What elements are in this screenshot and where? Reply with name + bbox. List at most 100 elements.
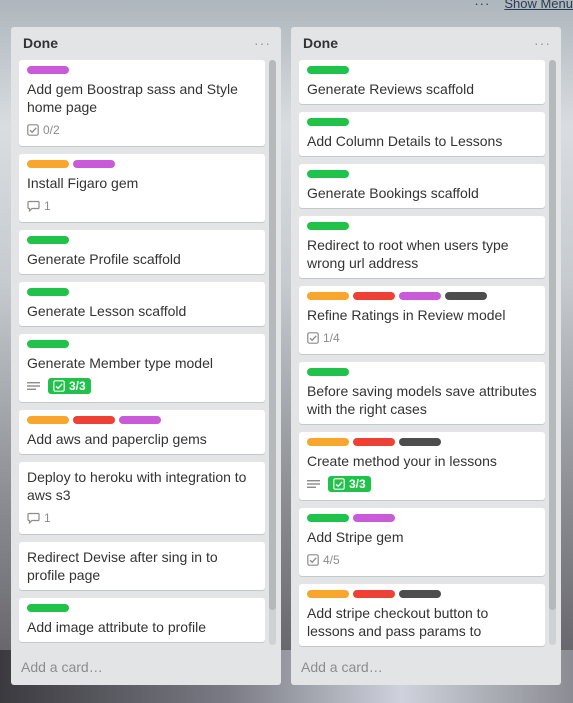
- label-purple[interactable]: [119, 416, 161, 424]
- label-green[interactable]: [27, 604, 69, 612]
- label-purple[interactable]: [353, 514, 395, 522]
- label-green[interactable]: [307, 222, 349, 230]
- label-red[interactable]: [353, 590, 395, 598]
- card[interactable]: Before saving models save attributes wit…: [299, 362, 545, 424]
- card-title: Add gem Boostrap sass and Style home pag…: [27, 81, 238, 115]
- list-header: Done ···: [291, 27, 561, 59]
- card-title: Redirect Devise after sing in to profile…: [27, 549, 218, 583]
- card-title: Add stripe checkout button to lessons an…: [307, 605, 489, 639]
- card[interactable]: Generate Lesson scaffold: [19, 282, 265, 326]
- label-purple[interactable]: [27, 66, 69, 74]
- label-purple[interactable]: [73, 160, 115, 168]
- label-green[interactable]: [27, 288, 69, 296]
- scrollbar-thumb[interactable]: [269, 60, 276, 610]
- list-header: Done ···: [11, 27, 281, 59]
- card-title: Before saving models save attributes wit…: [307, 383, 537, 417]
- card[interactable]: Deploy to heroku with integration to aws…: [19, 462, 265, 534]
- more-icon[interactable]: ···: [474, 0, 490, 11]
- checklist-count: 1/4: [323, 331, 340, 345]
- list-title[interactable]: Done: [23, 35, 58, 51]
- card-badges: 0/2: [27, 120, 257, 140]
- label-green[interactable]: [307, 368, 349, 376]
- label-black[interactable]: [399, 438, 441, 446]
- label-green[interactable]: [27, 340, 69, 348]
- checklist-complete-badge: 3/3: [328, 476, 371, 492]
- list-done-2: Done ··· Generate Reviews scaffold Add Co…: [291, 27, 561, 685]
- checklist-complete-badge: 3/3: [48, 378, 91, 394]
- list-title[interactable]: Done: [303, 35, 338, 51]
- comments-count: 1: [44, 511, 51, 525]
- label-purple[interactable]: [399, 292, 441, 300]
- card[interactable]: Install Figaro gem 1: [19, 154, 265, 222]
- board-header-right: ··· Show Menu: [474, 0, 573, 11]
- label-orange[interactable]: [307, 438, 349, 446]
- card[interactable]: Generate Reviews scaffold: [299, 60, 545, 104]
- label-orange[interactable]: [27, 416, 69, 424]
- card[interactable]: Redirect to root when users type wrong u…: [299, 216, 545, 278]
- card[interactable]: Add Column Details to Lessons: [299, 112, 545, 156]
- list-menu-icon[interactable]: ···: [534, 35, 551, 51]
- label-green[interactable]: [307, 118, 349, 126]
- label-green[interactable]: [307, 170, 349, 178]
- comments-badge: 1: [27, 199, 51, 213]
- label-green[interactable]: [307, 66, 349, 74]
- card[interactable]: Refine Ratings in Review model 1/4: [299, 286, 545, 354]
- comment-icon: [27, 512, 40, 524]
- checklist-icon: [307, 554, 319, 566]
- card-title: Install Figaro gem: [27, 175, 139, 191]
- label-red[interactable]: [73, 416, 115, 424]
- card-labels: [27, 416, 257, 424]
- card-title: Generate Member type model: [27, 355, 213, 371]
- label-black[interactable]: [445, 292, 487, 300]
- label-red[interactable]: [353, 438, 395, 446]
- description-icon: [27, 381, 40, 392]
- scrollbar-thumb[interactable]: [549, 60, 556, 610]
- card-title: Create method your in lessons: [307, 453, 497, 469]
- card-container: Add gem Boostrap sass and Style home pag…: [19, 60, 265, 649]
- card-title: Add Column Details to Lessons: [307, 133, 503, 149]
- list-done-1: Done ··· Add gem Boostrap sass and Style…: [11, 27, 281, 685]
- label-orange[interactable]: [27, 160, 69, 168]
- comment-icon: [27, 200, 40, 212]
- card-labels: [307, 438, 537, 446]
- card[interactable]: Generate Member type model 3/3: [19, 334, 265, 402]
- card-labels: [27, 288, 257, 296]
- card-container: Generate Reviews scaffold Add Column Deta…: [299, 60, 545, 649]
- add-card-button[interactable]: Add a card…: [301, 659, 383, 675]
- card-title: Add Stripe gem: [307, 529, 404, 545]
- label-red[interactable]: [353, 292, 395, 300]
- scrollbar[interactable]: [549, 60, 556, 645]
- label-orange[interactable]: [307, 292, 349, 300]
- card[interactable]: Add Stripe gem 4/5: [299, 508, 545, 576]
- list-menu-icon[interactable]: ···: [254, 35, 271, 51]
- card-labels: [307, 590, 537, 598]
- checklist-badge: 4/5: [307, 553, 340, 567]
- card-labels: [307, 66, 537, 74]
- card-badges: 1/4: [307, 328, 537, 348]
- show-menu-link[interactable]: Show Menu: [504, 0, 573, 11]
- comments-badge: 1: [27, 511, 51, 525]
- card-badges: 4/5: [307, 550, 537, 570]
- card-title: Add image attribute to profile: [27, 619, 206, 635]
- card[interactable]: Generate Profile scaffold: [19, 230, 265, 274]
- card-badges: 3/3: [307, 474, 537, 494]
- description-icon: [307, 479, 320, 490]
- label-green[interactable]: [27, 236, 69, 244]
- label-orange[interactable]: [307, 590, 349, 598]
- label-green[interactable]: [307, 514, 349, 522]
- checklist-count: 4/5: [323, 553, 340, 567]
- card-labels: [307, 292, 537, 300]
- checklist-icon: [307, 332, 319, 344]
- card[interactable]: Add aws and paperclip gems: [19, 410, 265, 454]
- card-title: Generate Bookings scaffold: [307, 185, 479, 201]
- scrollbar[interactable]: [269, 60, 276, 645]
- label-black[interactable]: [399, 590, 441, 598]
- add-card-button[interactable]: Add a card…: [21, 659, 103, 675]
- card[interactable]: Generate Bookings scaffold: [299, 164, 545, 208]
- card[interactable]: Add stripe checkout button to lessons an…: [299, 584, 545, 646]
- card[interactable]: Create method your in lessons 3/3: [299, 432, 545, 500]
- card[interactable]: Add image attribute to profile: [19, 598, 265, 642]
- card[interactable]: Redirect Devise after sing in to profile…: [19, 542, 265, 590]
- card[interactable]: Add gem Boostrap sass and Style home pag…: [19, 60, 265, 146]
- card-labels: [27, 236, 257, 244]
